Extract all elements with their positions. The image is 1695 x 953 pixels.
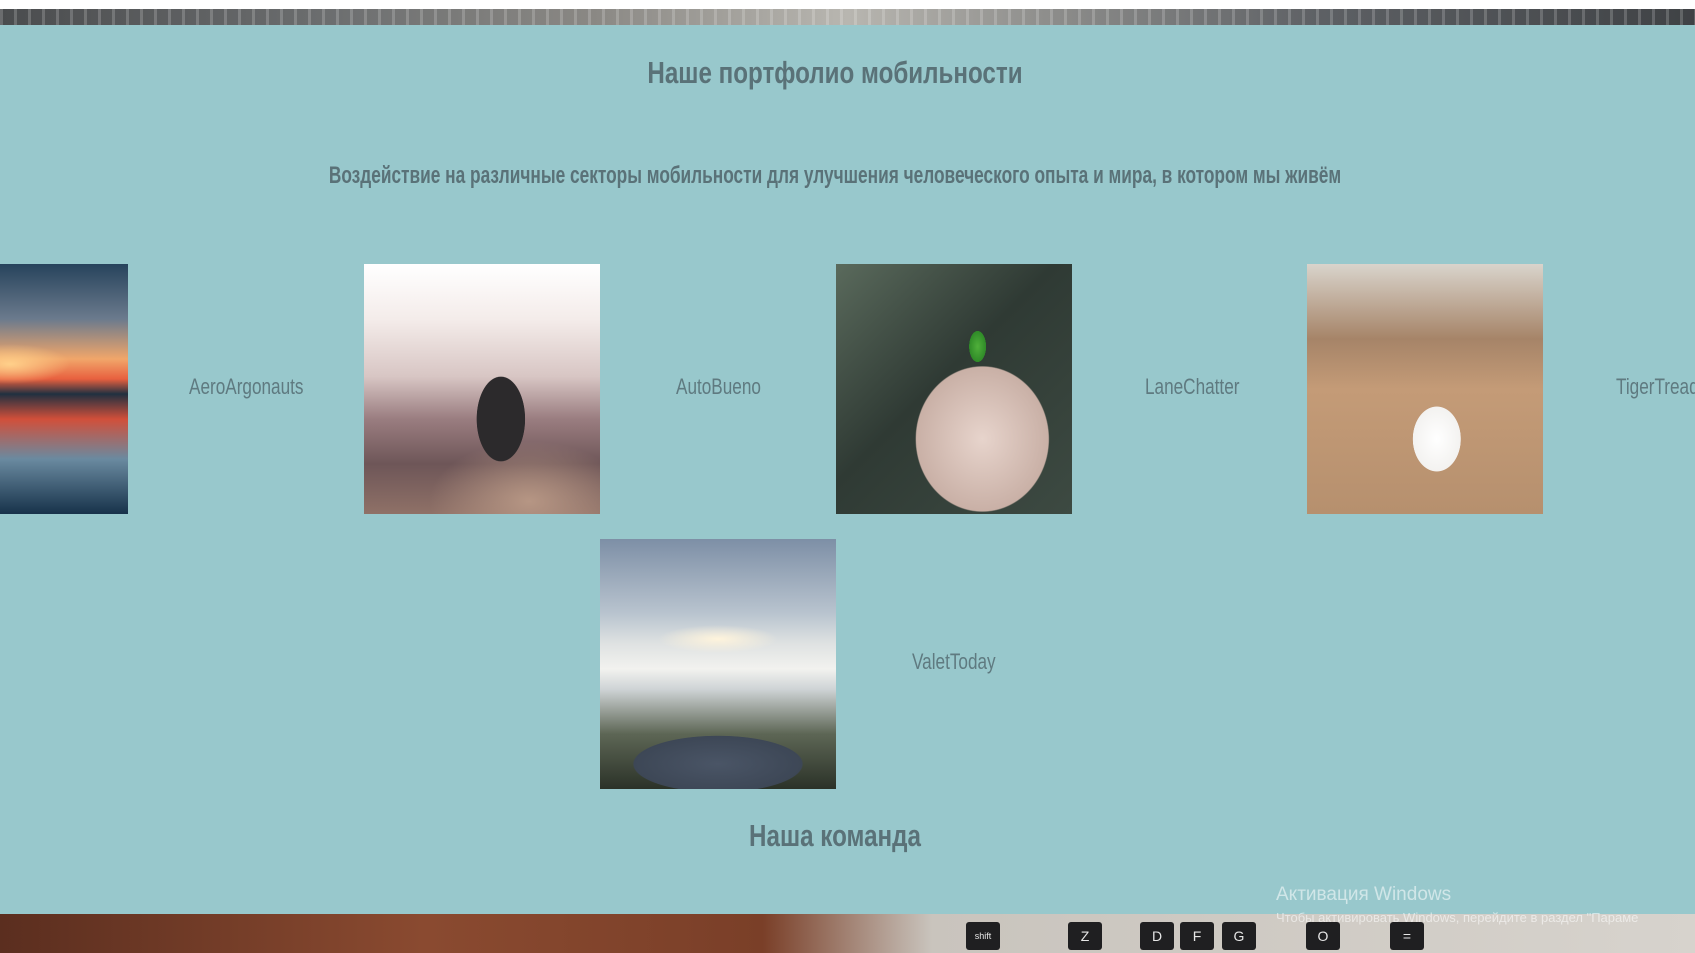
portfolio-caption-valettoday[interactable]: ValetToday [912,649,996,675]
portfolio-image-aeroargonauts[interactable] [0,264,128,514]
top-background-strip [0,0,1695,25]
portfolio-caption-autobueno[interactable]: AutoBueno [676,374,761,400]
portfolio-image-valettoday[interactable] [600,539,836,789]
street-background-photo [0,9,1695,25]
keyboard-key: = [1390,922,1424,950]
portfolio-caption-tigertread[interactable]: TigerTread [1616,374,1695,400]
portfolio-title: Наше портфолио мобильности [647,55,1023,90]
keyboard-key: G [1222,922,1256,950]
keyboard-key: Z [1068,922,1102,950]
portfolio-image-lanechatter[interactable] [836,264,1072,514]
windows-activation-subtitle: Чтобы активировать Windows, перейдите в … [1276,910,1639,925]
keyboard-key: D [1140,922,1174,950]
portfolio-image-autobueno[interactable] [364,264,600,514]
portfolio-section: Наше портфолио мобильности Воздействие н… [0,25,1695,914]
portfolio-image-tigertread[interactable] [1307,264,1543,514]
windows-activation-title: Активация Windows [1276,884,1452,905]
portfolio-caption-aeroargonauts[interactable]: AeroArgonauts [189,374,303,400]
keyboard-key: O [1306,922,1340,950]
portfolio-caption-lanechatter[interactable]: LaneChatter [1145,374,1239,400]
keyboard-key: shift [966,922,1000,950]
page: Наше портфолио мобильности Воздействие н… [0,0,1695,953]
portfolio-subtitle: Воздействие на различные секторы мобильн… [328,162,1342,189]
keyboard-key: F [1180,922,1214,950]
team-title: Наша команда [749,818,921,853]
